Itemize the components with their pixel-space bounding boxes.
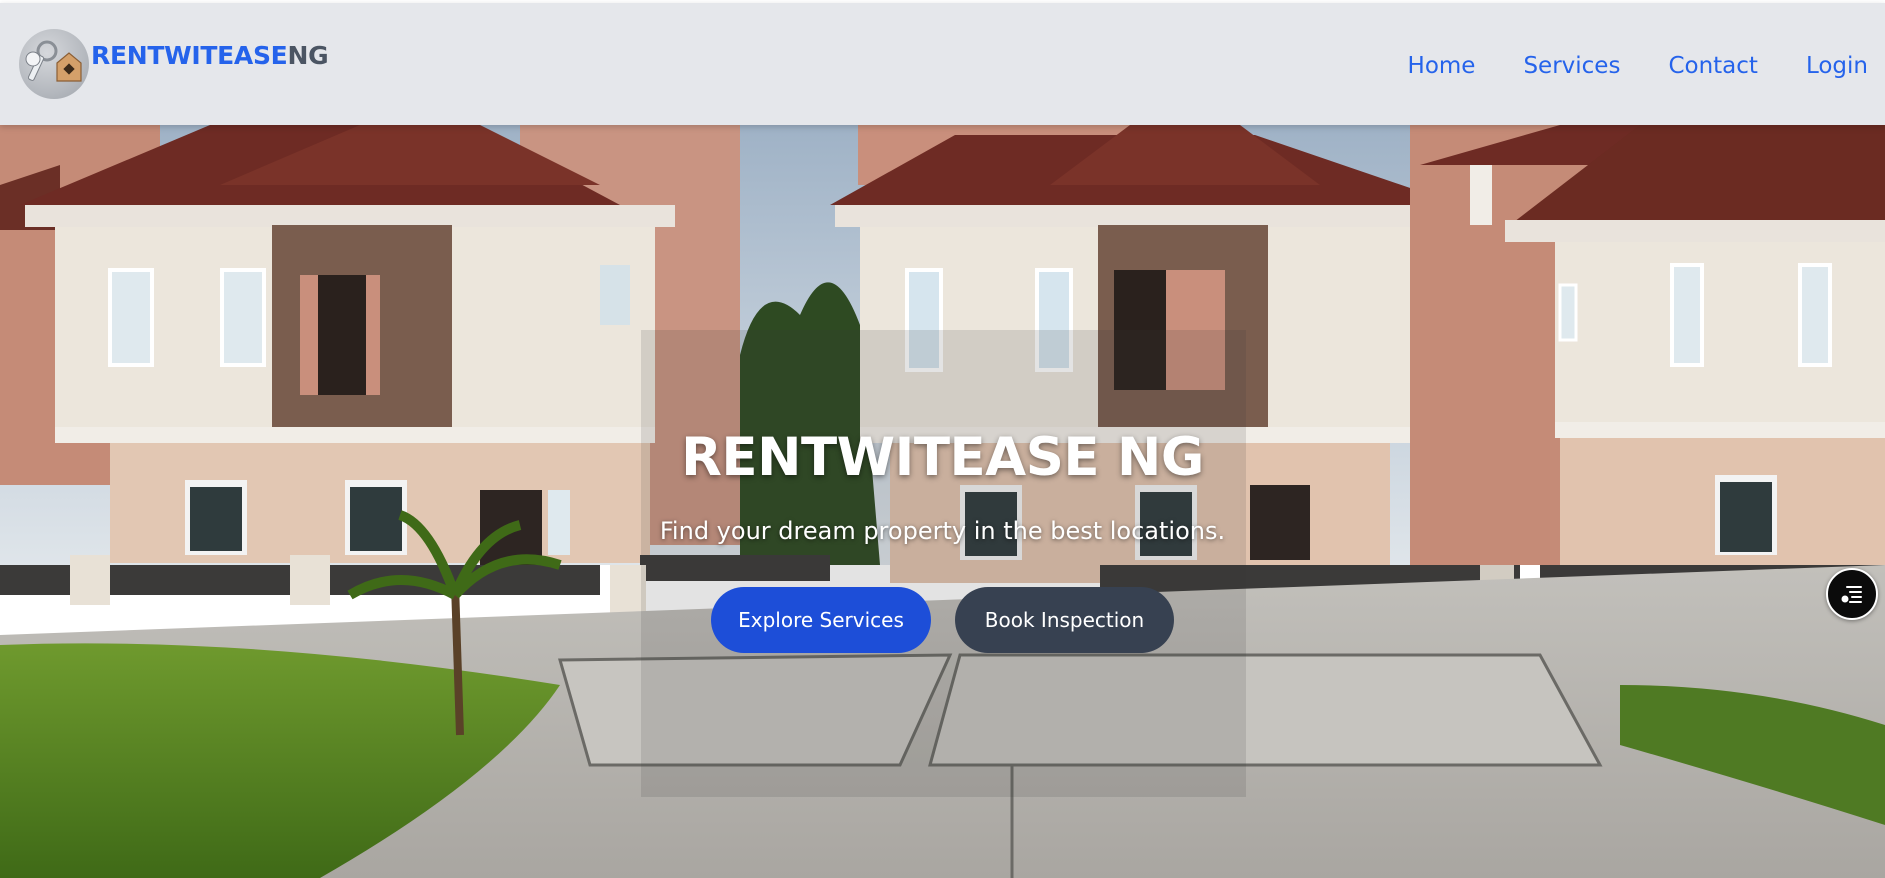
nav-link-services[interactable]: Services <box>1523 53 1620 79</box>
floating-action-button[interactable] <box>1826 568 1878 620</box>
brand-name-part2: NG <box>287 41 329 70</box>
explore-services-button[interactable]: Explore Services <box>711 587 931 653</box>
hero-buttons: Explore Services Book Inspection <box>711 587 1174 653</box>
brand[interactable]: RENTWITEASENG <box>19 29 329 99</box>
brand-logo-icon[interactable] <box>19 29 89 99</box>
nav-link-contact[interactable]: Contact <box>1668 53 1757 79</box>
nav-link-login[interactable]: Login <box>1806 53 1868 79</box>
hero-section: RENTWITEASE NG Find your dream property … <box>0 125 1885 878</box>
book-inspection-button[interactable]: Book Inspection <box>955 587 1174 653</box>
filter-list-icon <box>1841 586 1862 603</box>
hero-overlay-panel <box>641 330 1246 797</box>
main-nav: Home Services Contact Login <box>1408 53 1868 79</box>
brand-name-part1: RENTWITEASE <box>91 41 288 70</box>
brand-name[interactable]: RENTWITEASENG <box>91 41 329 70</box>
hero-title: RENTWITEASE NG <box>681 427 1204 488</box>
top-navbar: RENTWITEASENG Home Services Contact Logi… <box>0 3 1885 125</box>
hero-subtitle: Find your dream property in the best loc… <box>659 517 1226 545</box>
nav-link-home[interactable]: Home <box>1408 53 1476 79</box>
